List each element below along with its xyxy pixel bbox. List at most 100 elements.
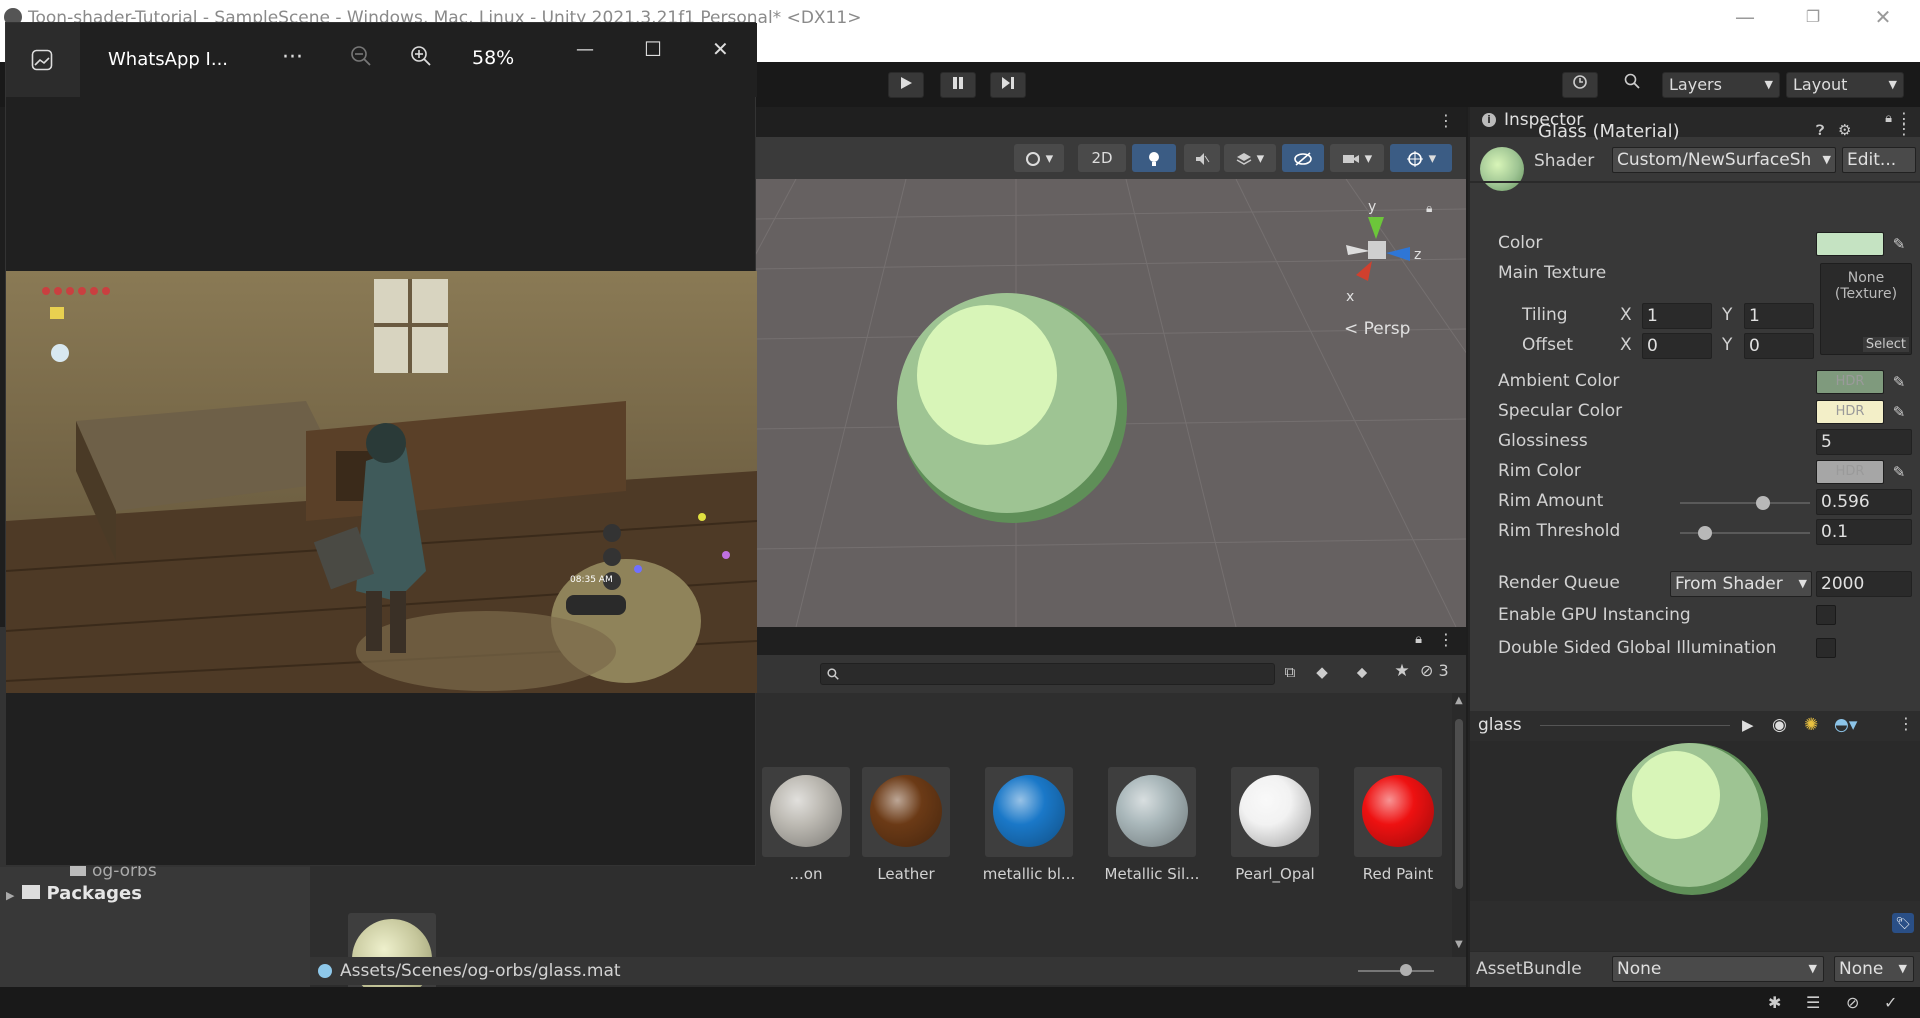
auto-generate-lighting-icon[interactable]: ⊘ <box>1846 993 1859 1012</box>
render-queue-dropdown[interactable]: From Shader ▼ <box>1670 571 1812 597</box>
audio-toggle[interactable] <box>1184 144 1220 172</box>
eyedropper-icon[interactable]: ✎ <box>1888 371 1910 393</box>
sphere-mesh-icon[interactable]: ◉ <box>1772 715 1787 735</box>
step-icon <box>1002 77 1014 89</box>
rim-threshold-field[interactable]: 0.1 <box>1816 519 1912 545</box>
pause-button[interactable] <box>940 72 976 98</box>
debug-icon[interactable]: ✱ <box>1768 993 1781 1012</box>
perspective-label[interactable]: < Persp <box>1344 319 1410 339</box>
zoom-in-button[interactable] <box>410 45 432 71</box>
restore-button[interactable]: ❐ <box>1788 4 1838 30</box>
thumbnail-size-slider[interactable] <box>1358 970 1434 972</box>
draw-mode-dropdown[interactable]: ▾ <box>1014 144 1064 172</box>
folder-item-packages[interactable]: ▶ Packages <box>6 883 142 904</box>
render-queue-field[interactable]: 2000 <box>1816 571 1912 597</box>
texture-select-button[interactable]: Select <box>1862 337 1909 352</box>
lighting-toggle[interactable] <box>1132 144 1176 172</box>
effects-dropdown[interactable]: ▾ <box>1224 144 1276 172</box>
asset-item[interactable]: Red Paint <box>1348 767 1448 883</box>
more-options-icon[interactable]: ⋮ <box>1438 111 1454 130</box>
step-button[interactable] <box>990 72 1026 98</box>
asset-item[interactable]: Metallic Sil... <box>1102 767 1202 883</box>
viewer-close-button[interactable]: ✕ <box>712 37 729 61</box>
asset-item[interactable]: Leather <box>856 767 956 883</box>
progress-ok-icon[interactable]: ✓ <box>1884 993 1897 1012</box>
background-icon[interactable]: ◓▾ <box>1834 715 1857 735</box>
project-scrollbar[interactable]: ▲ ▼ <box>1452 693 1466 957</box>
search-scope-icon[interactable]: ⧉ <box>1278 663 1302 685</box>
more-options-icon[interactable]: ⋮ <box>1438 630 1454 649</box>
double-sided-gi-checkbox[interactable] <box>1816 638 1836 658</box>
hidden-packages-toggle[interactable]: ⊘ 3 <box>1420 661 1466 683</box>
rim-color-swatch[interactable]: HDR <box>1816 460 1884 484</box>
scrollbar-thumb[interactable] <box>1455 719 1463 889</box>
specular-color-swatch[interactable]: HDR <box>1816 400 1884 424</box>
tag-icon[interactable]: 🏷︎ <box>1892 913 1914 933</box>
rim-amount-slider[interactable] <box>1680 502 1810 504</box>
filter-type-icon[interactable]: ◆ <box>1310 663 1334 685</box>
lock-icon[interactable]: 🔒︎ <box>1885 111 1892 126</box>
close-button[interactable]: ✕ <box>1858 4 1908 30</box>
viewer-minimize-button[interactable]: — <box>576 39 594 60</box>
eyedropper-icon[interactable]: ✎ <box>1888 401 1910 423</box>
asset-item[interactable]: metallic bl... <box>979 767 1079 883</box>
rim-amount-slider-knob[interactable] <box>1756 496 1770 510</box>
edit-shader-button[interactable]: Edit... <box>1842 147 1916 173</box>
camera-dropdown[interactable]: ▾ <box>1330 144 1384 172</box>
rim-amount-field[interactable]: 0.596 <box>1816 489 1912 515</box>
toggle-2d-button[interactable]: 2D <box>1078 144 1126 172</box>
asset-label: ...on <box>789 865 823 883</box>
play-button[interactable] <box>888 72 924 98</box>
tiling-x-field[interactable]: 1 <box>1642 303 1712 329</box>
thumbnail-size-knob[interactable] <box>1400 964 1412 976</box>
rim-threshold-slider-knob[interactable] <box>1698 526 1712 540</box>
glass-sphere-object[interactable] <box>893 289 1133 529</box>
glossiness-field[interactable]: 5 <box>1816 429 1912 455</box>
lock-icon[interactable]: 🔒︎ <box>1415 632 1422 647</box>
scene-viewport[interactable]: y z x 🔒︎ < Persp <box>756 179 1466 627</box>
minimize-button[interactable]: — <box>1720 4 1770 30</box>
favorite-star-icon[interactable]: ★ <box>1390 661 1414 683</box>
hidden-objects-toggle[interactable] <box>1282 144 1324 172</box>
offset-x-field[interactable]: 0 <box>1642 333 1712 359</box>
light-icon[interactable]: ✺ <box>1804 715 1818 735</box>
search-button[interactable] <box>1614 72 1650 98</box>
history-button[interactable] <box>1562 72 1598 98</box>
scroll-down-icon[interactable]: ▼ <box>1455 939 1463 950</box>
color-swatch[interactable] <box>1816 232 1884 256</box>
viewer-maximize-button[interactable]: ☐ <box>644 37 662 61</box>
gizmos-dropdown[interactable]: ▾ <box>1390 144 1452 172</box>
project-search-input[interactable] <box>820 663 1275 685</box>
layout-dropdown[interactable]: Layout ▼ <box>1786 72 1904 98</box>
shader-dropdown[interactable]: Custom/NewSurfaceSh ▼ <box>1612 147 1836 173</box>
asset-item[interactable]: Pearl_Opal <box>1225 767 1325 883</box>
more-actions-button[interactable]: ··· <box>282 45 303 70</box>
play-icon[interactable]: ▶ <box>1742 716 1754 734</box>
gallery-button[interactable] <box>6 23 80 97</box>
preset-icon[interactable]: ⚙ <box>1838 121 1851 139</box>
material-preview[interactable] <box>1470 741 1920 901</box>
texture-slot[interactable]: None (Texture) Select <box>1820 263 1912 355</box>
color-label: Color <box>1498 233 1543 253</box>
layers-dropdown[interactable]: Layers ▼ <box>1662 72 1780 98</box>
rim-threshold-label: Rim Threshold <box>1498 521 1621 541</box>
assetbundle-dropdown[interactable]: None ▼ <box>1612 956 1824 982</box>
more-options-icon[interactable]: ⋮ <box>1898 714 1914 733</box>
eyedropper-icon[interactable]: ✎ <box>1888 461 1910 483</box>
assetbundle-variant-dropdown[interactable]: None ▼ <box>1834 956 1914 982</box>
scroll-up-icon[interactable]: ▲ <box>1455 695 1463 706</box>
cache-server-icon[interactable]: ☰ <box>1806 993 1820 1012</box>
asset-item[interactable]: ...on <box>756 767 856 883</box>
lock-icon[interactable]: 🔒︎ <box>1426 201 1432 216</box>
preview-drag-handle[interactable] <box>1540 725 1730 726</box>
offset-y-field[interactable]: 0 <box>1744 333 1814 359</box>
more-options-icon[interactable]: ⋮ <box>1896 119 1912 138</box>
gpu-instancing-checkbox[interactable] <box>1816 605 1836 625</box>
ambient-color-swatch[interactable]: HDR <box>1816 370 1884 394</box>
help-icon[interactable]: ❓︎ <box>1816 123 1824 139</box>
chevron-right-icon[interactable]: ▶ <box>6 889 14 902</box>
tiling-y-field[interactable]: 1 <box>1744 303 1814 329</box>
eyedropper-icon[interactable]: ✎ <box>1888 233 1910 255</box>
label-tag-icon[interactable]: ⬥ <box>1350 663 1374 685</box>
zoom-out-button[interactable] <box>350 45 372 73</box>
